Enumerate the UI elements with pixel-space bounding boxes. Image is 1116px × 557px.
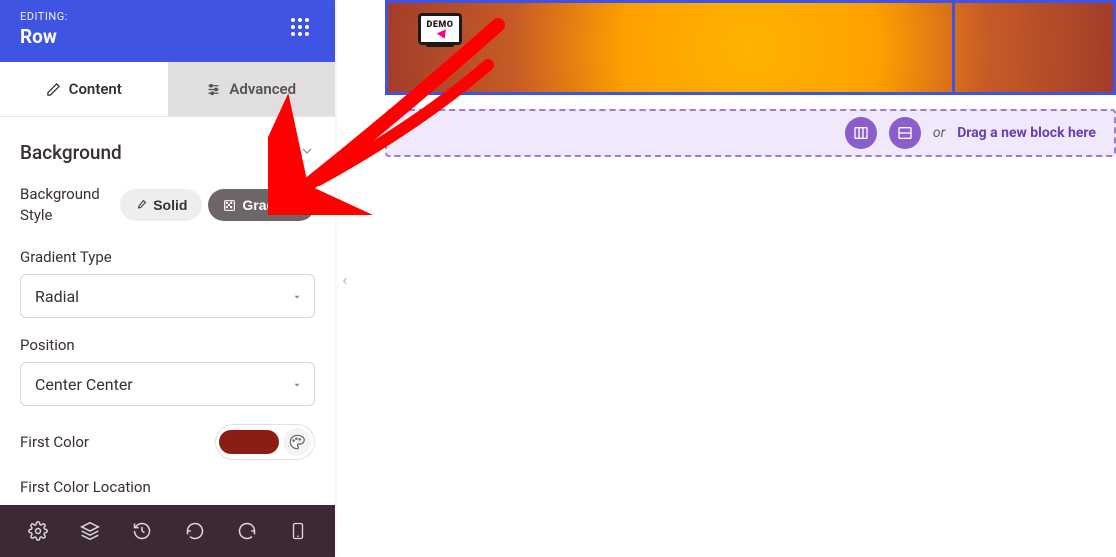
gradient-type-group: Gradient Type Radial xyxy=(20,248,315,318)
mobile-icon[interactable] xyxy=(289,521,307,541)
settings-icon[interactable] xyxy=(28,521,48,541)
row-icon xyxy=(897,125,913,141)
solid-button[interactable]: Solid xyxy=(120,189,202,221)
tab-content-label: Content xyxy=(69,80,122,98)
background-style-toggle: Solid Gradient xyxy=(120,189,315,221)
caret-down-icon xyxy=(292,375,302,394)
first-color-widget xyxy=(215,424,315,460)
editing-title: Row xyxy=(20,25,315,48)
demo-badge: DEMO xyxy=(418,13,462,45)
bottom-bar xyxy=(0,505,335,557)
caret-down-icon xyxy=(292,287,302,306)
pencil-icon xyxy=(46,82,61,97)
row-button[interactable] xyxy=(889,117,921,149)
editing-label: EDITING: xyxy=(20,10,315,23)
tab-advanced[interactable]: Advanced xyxy=(168,62,336,116)
layers-icon[interactable] xyxy=(80,521,100,541)
sliders-icon xyxy=(206,82,221,97)
columns-icon xyxy=(853,125,869,141)
drop-or: or xyxy=(933,125,945,141)
collapse-sidebar-button[interactable] xyxy=(336,270,354,292)
first-color-label: First Color xyxy=(20,433,89,451)
gradient-icon xyxy=(223,199,236,212)
gradient-type-label: Gradient Type xyxy=(20,248,315,266)
first-color-swatch[interactable] xyxy=(219,430,279,454)
cursor-icon xyxy=(437,29,449,40)
position-group: Position Center Center xyxy=(20,336,315,406)
tabs: Content Advanced xyxy=(0,62,335,117)
undo-icon[interactable] xyxy=(185,521,205,541)
gradient-type-select[interactable]: Radial xyxy=(20,274,315,318)
drop-bar[interactable]: or Drag a new block here xyxy=(385,109,1116,157)
background-section-title: Background xyxy=(20,141,122,164)
demo-badge-label: DEMO xyxy=(427,21,454,30)
background-style-label: Background Style xyxy=(20,184,100,226)
panel: Background Background Style Solid Gradie… xyxy=(0,117,335,505)
color-picker-button[interactable] xyxy=(283,428,311,456)
canvas: DEMO or Drag a new block here xyxy=(385,0,1116,157)
drop-text: Drag a new block here xyxy=(957,125,1096,141)
first-color-row: First Color xyxy=(20,424,315,460)
tab-content[interactable]: Content xyxy=(0,62,168,116)
gradient-button[interactable]: Gradient xyxy=(208,189,315,221)
history-icon[interactable] xyxy=(132,521,152,541)
row-preview[interactable]: DEMO xyxy=(385,0,1116,95)
eyedropper-icon xyxy=(135,199,147,211)
columns-button[interactable] xyxy=(845,117,877,149)
background-style-row: Background Style Solid Gradient xyxy=(20,184,315,226)
first-color-location-label: First Color Location xyxy=(20,478,315,496)
position-select[interactable]: Center Center xyxy=(20,362,315,406)
gradient-type-value: Radial xyxy=(35,287,79,306)
redo-icon[interactable] xyxy=(237,521,257,541)
position-label: Position xyxy=(20,336,315,354)
position-value: Center Center xyxy=(35,375,133,394)
section-header[interactable]: Background xyxy=(20,117,315,184)
drag-grid-icon[interactable] xyxy=(291,18,309,36)
sidebar: EDITING: Row Content Advanced Background xyxy=(0,0,335,557)
palette-icon xyxy=(289,434,305,450)
chevron-down-icon[interactable] xyxy=(299,143,315,163)
editor-header: EDITING: Row xyxy=(0,0,335,62)
tab-advanced-label: Advanced xyxy=(229,80,296,98)
